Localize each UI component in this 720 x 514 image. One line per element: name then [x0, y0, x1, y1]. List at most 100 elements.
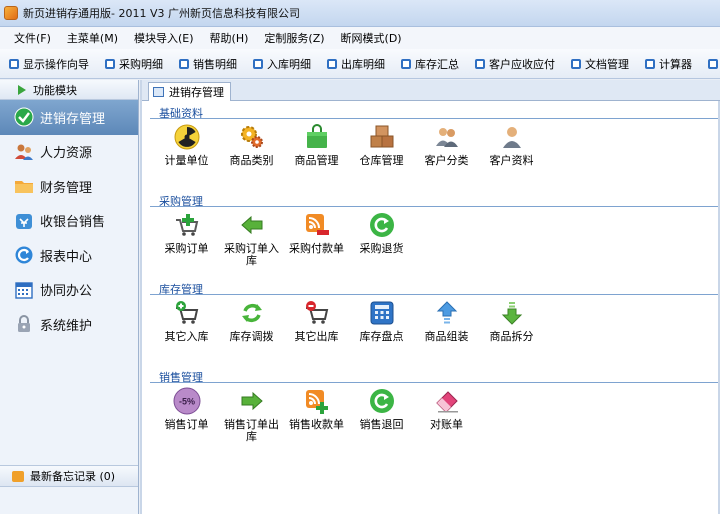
sidebar-item-office[interactable]: 协同办公: [0, 273, 138, 308]
title-bar: 新页进销存通用版- 2011 V3 广州新页信息科技有限公司: [0, 0, 720, 27]
sidebar-item-hr[interactable]: 人力资源: [0, 135, 138, 170]
checkbox-icon: [475, 58, 485, 69]
purchase-return-button[interactable]: 采购退货: [349, 211, 414, 267]
shopping-bag-icon: [303, 123, 331, 151]
user-icon: [498, 123, 526, 151]
purchase-order-button[interactable]: 采购订单: [154, 211, 219, 267]
sales-receipt-button[interactable]: 销售收款单: [284, 387, 349, 443]
product-split-button[interactable]: 商品拆分: [479, 299, 544, 343]
sales-order-outbound-button[interactable]: 销售订单出库: [219, 387, 284, 443]
checkbox-icon: [645, 58, 655, 69]
other-outbound-button[interactable]: 其它出库: [284, 299, 349, 343]
refresh-green-icon: [368, 211, 396, 239]
stock-count-button[interactable]: 库存盘点: [349, 299, 414, 343]
arrow-right-icon: [238, 387, 266, 415]
menu-bar: 文件(F) 主菜单(M) 模块导入(E) 帮助(H) 定制服务(Z) 断网模式(…: [0, 27, 720, 49]
sales-order-button[interactable]: -5% 销售订单: [154, 387, 219, 443]
window-title: 新页进销存通用版- 2011 V3 广州新页信息科技有限公司: [23, 7, 300, 20]
category-button[interactable]: 商品类别: [219, 123, 284, 167]
rss-plus-icon: [303, 387, 331, 415]
toolbar-stock-summary-button[interactable]: 库存汇总: [396, 53, 464, 75]
people-icon: [14, 142, 34, 162]
warehouse-button[interactable]: 仓库管理: [349, 123, 414, 167]
toolbar-sales-detail-button[interactable]: 销售明细: [174, 53, 242, 75]
arrow-down-icon: [498, 299, 526, 327]
menu-module-import[interactable]: 模块导入(E): [126, 30, 202, 46]
report-icon: [14, 245, 34, 265]
rss-minus-icon: [303, 211, 331, 239]
toolbar-guide-button[interactable]: 显示操作向导: [4, 53, 94, 75]
checkbox-icon: [9, 58, 19, 69]
arrow-up-icon: [433, 299, 461, 327]
other-inbound-button[interactable]: 其它入库: [154, 299, 219, 343]
checkbox-icon: [327, 58, 337, 69]
section-divider: [150, 206, 720, 207]
statement-button[interactable]: 对账单: [414, 387, 479, 443]
sidebar-item-finance[interactable]: 财务管理: [0, 169, 138, 204]
purchase-payment-button[interactable]: 采购付款单: [284, 211, 349, 267]
product-assembly-button[interactable]: 商品组装: [414, 299, 479, 343]
discount-badge-icon: -5%: [173, 387, 201, 415]
section-divider: [150, 294, 720, 295]
cashier-icon: [14, 211, 34, 231]
svg-text:-5%: -5%: [178, 397, 194, 407]
eraser-icon: [433, 387, 461, 415]
customer-category-button[interactable]: 客户分类: [414, 123, 479, 167]
cart-minus-icon: [303, 299, 331, 327]
recycle-icon: [238, 299, 266, 327]
memo-bar[interactable]: 最新备忘记录 (0): [0, 465, 138, 487]
sidebar-header: 功能模块: [0, 80, 138, 100]
unit-button[interactable]: 计量单位: [154, 123, 219, 167]
calculator-icon: [368, 299, 396, 327]
folder-icon: [14, 176, 34, 196]
radiation-icon: [173, 123, 201, 151]
toolbar-inbound-detail-button[interactable]: 入库明细: [248, 53, 316, 75]
speaker-icon: [12, 470, 24, 482]
purchase-order-inbound-button[interactable]: 采购订单入库: [219, 211, 284, 267]
sales-return-button[interactable]: 销售退回: [349, 387, 414, 443]
app-icon: [4, 6, 18, 20]
tab-inventory[interactable]: 进销存管理: [148, 82, 231, 101]
section-divider: [150, 382, 720, 383]
checkbox-icon: [253, 58, 263, 69]
toolbar-purchase-detail-button[interactable]: 采购明细: [100, 53, 168, 75]
menu-file[interactable]: 文件(F): [6, 30, 59, 46]
boxes-icon: [368, 123, 396, 151]
gears-icon: [238, 123, 266, 151]
play-icon: [18, 84, 26, 95]
sidebar-item-cashier[interactable]: 收银台销售: [0, 204, 138, 239]
menu-help[interactable]: 帮助(H): [202, 30, 257, 46]
toolbar-outbound-detail-button[interactable]: 出库明细: [322, 53, 390, 75]
checkbox-icon: [179, 58, 189, 69]
sidebar-item-reports[interactable]: 报表中心: [0, 238, 138, 273]
sidebar: 功能模块 进销存管理 人力资源 财务管理 收银台销售 报表中心 协同办公 系统维…: [0, 80, 139, 514]
product-button[interactable]: 商品管理: [284, 123, 349, 167]
sidebar-item-inventory[interactable]: 进销存管理: [0, 100, 138, 135]
checkbox-icon: [571, 58, 581, 69]
refresh-green-icon: [368, 387, 396, 415]
checkbox-icon: [708, 58, 718, 69]
cart-plus-icon: [173, 299, 201, 327]
tab-strip: 进销存管理: [142, 80, 720, 101]
customer-data-button[interactable]: 客户资料: [479, 123, 544, 167]
lock-icon: [14, 314, 34, 334]
menu-offline-mode[interactable]: 断网模式(D): [333, 30, 410, 46]
toolbar-receivables-button[interactable]: 客户应收应付: [470, 53, 560, 75]
toolbar-documents-button[interactable]: 文档管理: [566, 53, 634, 75]
arrow-left-icon: [238, 211, 266, 239]
users-group-icon: [433, 123, 461, 151]
checkbox-icon: [401, 58, 411, 69]
window-icon: [153, 87, 164, 97]
check-circle-icon: [14, 107, 34, 127]
toolbar-more-button[interactable]: 快: [703, 53, 720, 75]
cart-add-icon: [173, 211, 201, 239]
stock-transfer-button[interactable]: 库存调拨: [219, 299, 284, 343]
toolbar: 显示操作向导 采购明细 销售明细 入库明细 出库明细 库存汇总 客户应收应付 文…: [0, 49, 720, 79]
section-divider: [150, 118, 720, 119]
sidebar-item-system[interactable]: 系统维护: [0, 307, 138, 342]
toolbar-calculator-button[interactable]: 计算器: [640, 53, 697, 75]
menu-main[interactable]: 主菜单(M): [59, 30, 126, 46]
menu-custom-service[interactable]: 定制服务(Z): [256, 30, 332, 46]
calendar-icon: [14, 280, 34, 300]
main-panel: 进销存管理 基础资料 计量单位 商品类别 商品管理 仓库管理 客户分类 客户资料…: [140, 80, 720, 514]
